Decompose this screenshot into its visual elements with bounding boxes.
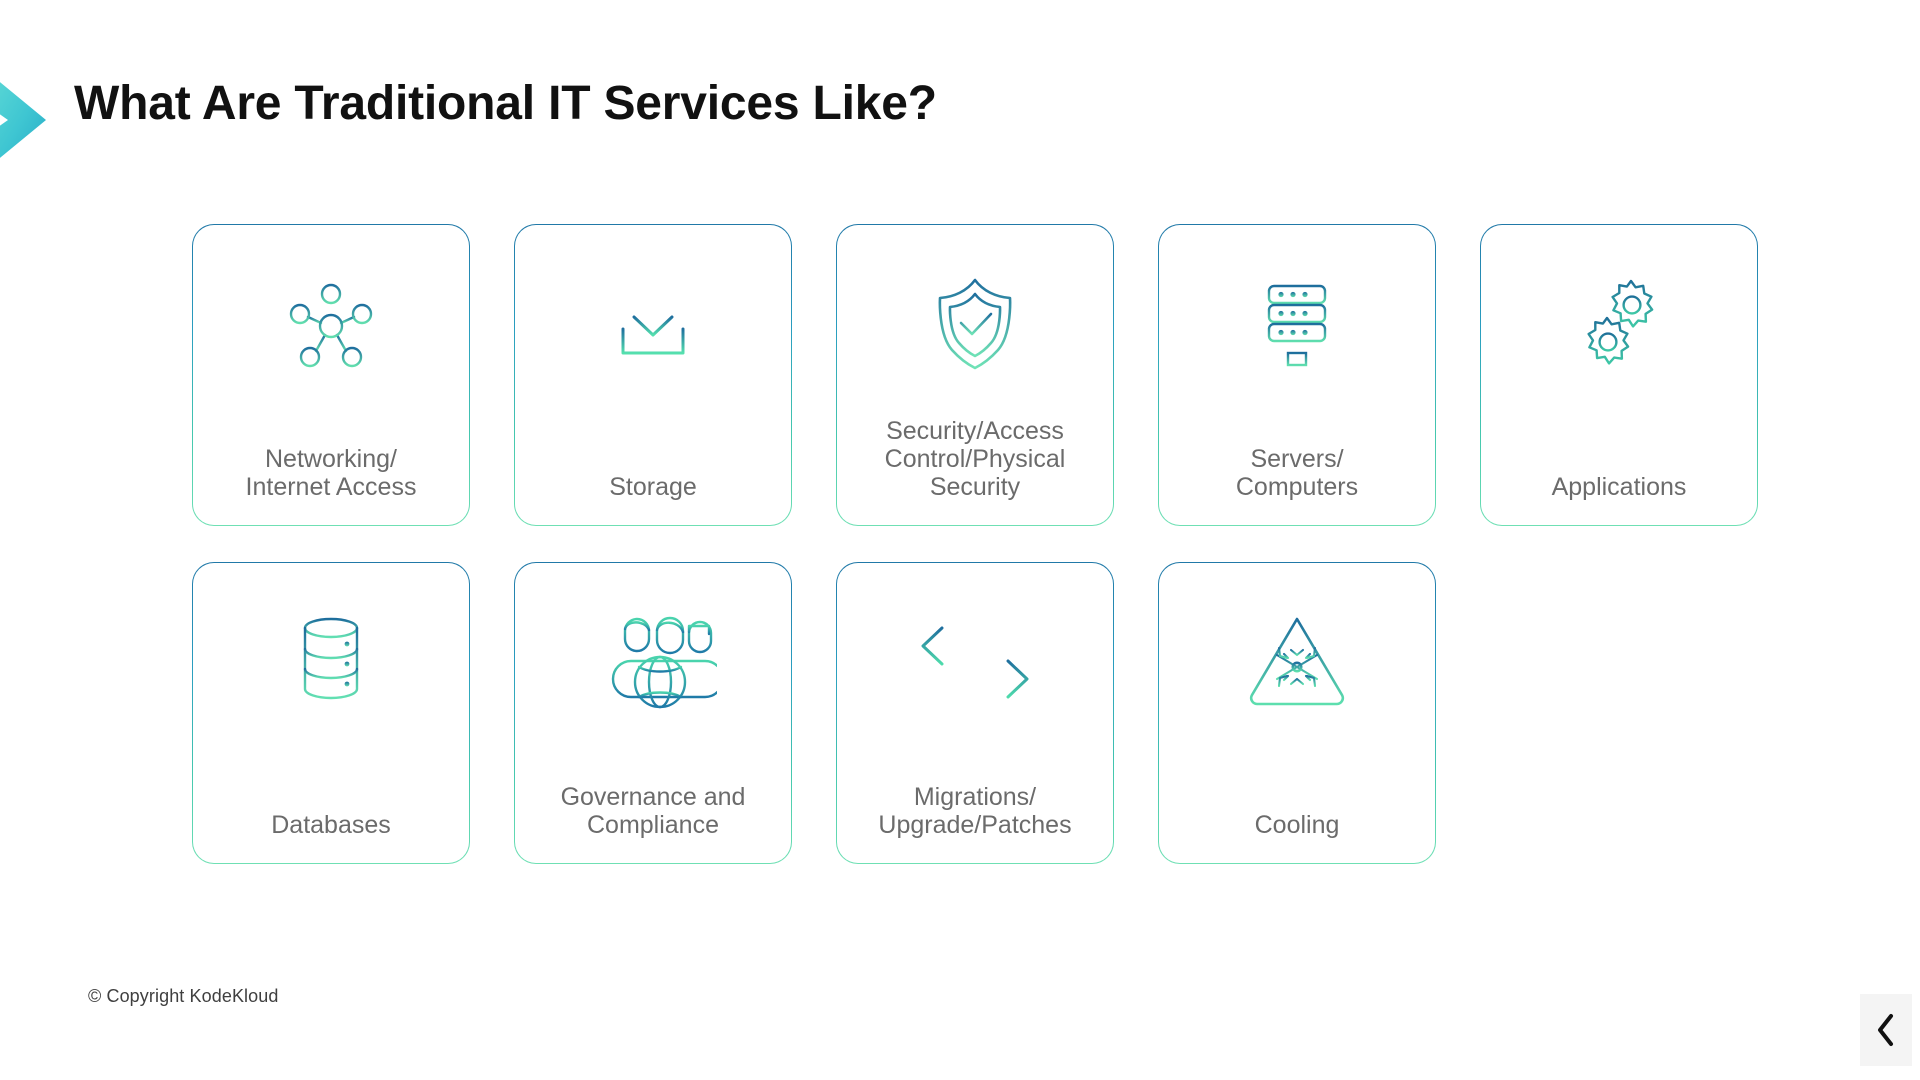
card-slot: Networking/ Internet Access: [170, 224, 492, 526]
card-label: Migrations/ Upgrade/Patches: [878, 783, 1072, 839]
card-label: Databases: [271, 811, 391, 839]
card-slot: Cooling: [1136, 562, 1458, 864]
card-row-1: Networking/ Internet Access Storage Secu…: [170, 224, 1780, 526]
service-card-storage[interactable]: Storage: [514, 224, 792, 526]
card-label: Applications: [1551, 473, 1687, 501]
shield-check-icon: [927, 269, 1023, 377]
gears-icon: [1569, 269, 1669, 377]
people-globe-icon: [589, 607, 717, 715]
page-title: What Are Traditional IT Services Like?: [74, 77, 937, 130]
card-slot: Security/Access Control/Physical Securit…: [814, 224, 1136, 526]
service-card-applications[interactable]: Applications: [1480, 224, 1758, 526]
database-cylinder-icon: [289, 607, 373, 715]
chevron-right-accent-icon: [0, 65, 56, 175]
card-slot: Storage: [492, 224, 814, 526]
service-card-migrations[interactable]: Migrations/ Upgrade/Patches: [836, 562, 1114, 864]
service-card-governance[interactable]: Governance and Compliance: [514, 562, 792, 864]
copyright-text: © Copyright KodeKloud: [88, 986, 279, 1006]
card-slot: Applications: [1458, 224, 1780, 526]
chevron-left-icon: [1874, 1011, 1898, 1049]
slide-root: What Are Traditional IT Services Like? N…: [0, 0, 1920, 1080]
card-slot: Governance and Compliance: [492, 562, 814, 864]
slide-header: What Are Traditional IT Services Like?: [0, 55, 1920, 165]
service-card-networking[interactable]: Networking/ Internet Access: [192, 224, 470, 526]
card-row-2: Databases Governance and Compliance Migr…: [170, 562, 1780, 864]
previous-slide-button[interactable]: [1860, 994, 1912, 1066]
snowflake-triangle-icon: [1242, 607, 1352, 715]
card-label: Networking/ Internet Access: [245, 445, 417, 501]
service-card-servers[interactable]: Servers/ Computers: [1158, 224, 1436, 526]
card-label: Storage: [609, 473, 697, 501]
card-slot: Migrations/ Upgrade/Patches: [814, 562, 1136, 864]
network-nodes-icon: [279, 269, 383, 377]
card-label: Governance and Compliance: [560, 783, 746, 839]
service-card-security[interactable]: Security/Access Control/Physical Securit…: [836, 224, 1114, 526]
service-card-cooling[interactable]: Cooling: [1158, 562, 1436, 864]
service-card-grid: Networking/ Internet Access Storage Secu…: [170, 224, 1780, 864]
card-label: Cooling: [1254, 811, 1340, 839]
card-slot-empty: [1458, 562, 1780, 864]
card-label: Security/Access Control/Physical Securit…: [884, 417, 1066, 501]
two-way-arrows-icon: [916, 607, 1034, 715]
service-card-databases[interactable]: Databases: [192, 562, 470, 864]
download-tray-icon: [606, 269, 700, 377]
card-slot: Servers/ Computers: [1136, 224, 1458, 526]
card-slot: Databases: [170, 562, 492, 864]
card-label: Servers/ Computers: [1235, 445, 1359, 501]
server-rack-icon: [1245, 269, 1349, 377]
